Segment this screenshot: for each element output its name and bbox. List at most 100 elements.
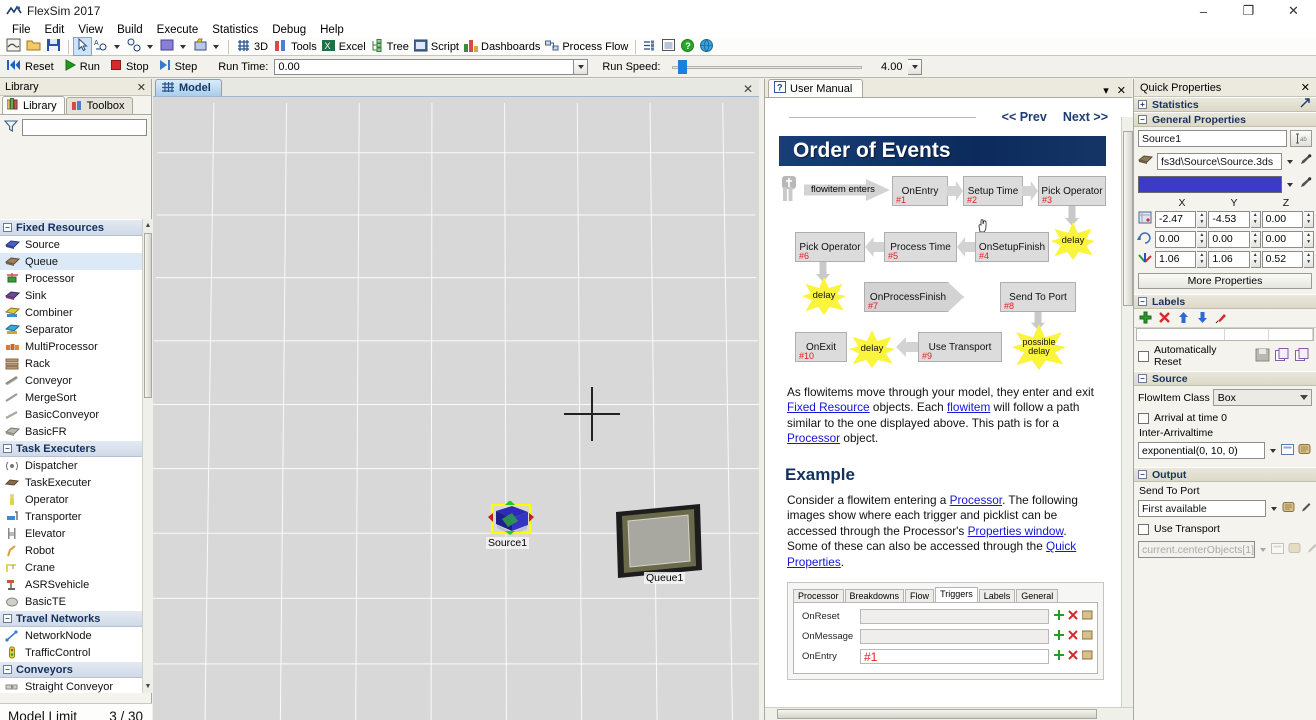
tree-button[interactable]: Tree: [369, 38, 411, 55]
next-page-link[interactable]: Next >>: [1063, 110, 1108, 124]
collapse-icon[interactable]: –: [3, 223, 12, 232]
library-item-basicconveyor[interactable]: BasicConveyor: [0, 406, 152, 423]
library-filter-input[interactable]: [22, 118, 147, 136]
size-z-input[interactable]: 0.52: [1261, 250, 1304, 268]
eyedropper-icon[interactable]: [1299, 501, 1312, 517]
slider-thumb[interactable]: [678, 59, 688, 74]
view-tool-button[interactable]: [191, 38, 223, 55]
stop-button[interactable]: Stop: [107, 57, 156, 77]
web-button[interactable]: [698, 38, 716, 55]
library-item-dispatcher[interactable]: Dispatcher: [0, 457, 152, 474]
tab-library[interactable]: Library: [2, 96, 65, 114]
library-item-mergesort[interactable]: MergeSort: [0, 389, 152, 406]
remove-red-x-icon[interactable]: [1068, 630, 1078, 643]
close-button[interactable]: ✕: [1271, 0, 1316, 22]
paste-icon[interactable]: [1295, 347, 1310, 365]
script-button[interactable]: Script: [412, 38, 461, 55]
add-green-plus-icon[interactable]: [1054, 610, 1064, 623]
chevron-down-icon[interactable]: [1270, 448, 1276, 453]
position-x-input[interactable]: -2.47: [1155, 210, 1197, 228]
chevron-down-icon[interactable]: [147, 44, 153, 49]
move-down-arrow-icon[interactable]: [1196, 311, 1209, 326]
run-speed-slider[interactable]: [672, 59, 863, 74]
collapse-icon[interactable]: –: [3, 444, 12, 453]
eyedropper-icon[interactable]: [1298, 153, 1312, 170]
library-item-elevator[interactable]: Elevator: [0, 525, 152, 542]
rotation-x-stepper[interactable]: ▲ ▼: [1197, 230, 1208, 248]
color-tool-button[interactable]: [158, 38, 190, 55]
view-3d-button[interactable]: 3D: [234, 38, 270, 55]
tab-user-manual[interactable]: ? User Manual: [768, 79, 864, 97]
run-time-input[interactable]: 0.00: [274, 58, 575, 75]
object-name-input[interactable]: Source1: [1138, 130, 1287, 147]
prop-tab-flow[interactable]: Flow: [905, 589, 935, 603]
library-item-basicfr[interactable]: BasicFR: [0, 423, 152, 440]
position-z-stepper[interactable]: ▲ ▼: [1304, 210, 1314, 228]
save-disk-icon[interactable]: [1255, 348, 1270, 365]
position-y-input[interactable]: -4.53: [1208, 210, 1250, 228]
model-object-queue1[interactable]: Queue1: [614, 500, 704, 584]
menu-build[interactable]: Build: [110, 23, 150, 37]
library-group-conveyors[interactable]: – Conveyors: [0, 661, 152, 678]
row-input[interactable]: [860, 629, 1049, 645]
model-object-source1[interactable]: Source1: [486, 500, 534, 549]
rotation-x-input[interactable]: 0.00: [1155, 230, 1197, 248]
library-item-trafficcontrol[interactable]: TrafficControl: [0, 644, 152, 661]
chevron-down-icon[interactable]: [114, 44, 120, 49]
link-processor[interactable]: Processor: [787, 431, 840, 445]
manual-horizontal-scrollbar[interactable]: [765, 707, 1133, 720]
remove-red-x-icon[interactable]: [1158, 311, 1171, 326]
text-cursor-icon[interactable]: ab: [1290, 130, 1312, 147]
shape-path-input[interactable]: fs3d\Source\Source.3ds: [1157, 153, 1282, 170]
inter-arrivaltime-input[interactable]: exponential(0, 10, 0): [1138, 442, 1265, 459]
model-tab-close-icon[interactable]: ✕: [743, 82, 753, 96]
tools-button[interactable]: Tools: [271, 38, 319, 55]
section-statistics[interactable]: + Statistics: [1134, 97, 1316, 112]
script-scroll-icon[interactable]: [1298, 443, 1312, 459]
prop-tab-processor[interactable]: Processor: [793, 589, 844, 603]
section-labels[interactable]: – Labels: [1134, 294, 1316, 309]
arrival-at-time-checkbox[interactable]: [1138, 412, 1149, 424]
library-item-source[interactable]: Source: [0, 236, 152, 253]
run-button[interactable]: Run: [61, 57, 107, 77]
library-item-rack[interactable]: Rack: [0, 355, 152, 372]
library-item-list[interactable]: – Fixed Resources Source Queue Processor…: [0, 219, 152, 693]
scrollbar-thumb[interactable]: [777, 709, 1097, 719]
collapse-icon[interactable]: –: [1138, 115, 1147, 124]
library-item-straight-conveyor[interactable]: Straight Conveyor: [0, 678, 152, 693]
rotation-z-stepper[interactable]: ▲ ▼: [1304, 230, 1314, 248]
link-flowitem[interactable]: flowitem: [947, 400, 990, 414]
menu-debug[interactable]: Debug: [265, 23, 313, 37]
prop-tab-triggers[interactable]: Triggers: [935, 587, 978, 603]
menu-execute[interactable]: Execute: [150, 23, 206, 37]
excel-button[interactable]: X Excel: [320, 38, 368, 55]
menu-statistics[interactable]: Statistics: [205, 23, 265, 37]
size-x-stepper[interactable]: ▲ ▼: [1197, 250, 1208, 268]
close-icon[interactable]: ✕: [1117, 84, 1126, 97]
maximize-arrow-icon[interactable]: [1299, 97, 1311, 112]
step-button[interactable]: Step: [156, 57, 205, 77]
chevron-down-icon[interactable]: [180, 44, 186, 49]
section-output[interactable]: – Output: [1134, 467, 1316, 482]
library-scrollbar[interactable]: ▲ ▼: [142, 219, 152, 693]
add-green-plus-icon[interactable]: [1054, 630, 1064, 643]
process-flow-button[interactable]: Process Flow: [543, 38, 630, 55]
section-source[interactable]: – Source: [1134, 371, 1316, 386]
row-input[interactable]: [860, 609, 1049, 625]
experimenter-button[interactable]: [641, 38, 659, 55]
edit-script-icon[interactable]: [1081, 630, 1093, 643]
use-transport-checkbox[interactable]: [1138, 523, 1149, 535]
library-item-basicte[interactable]: BasicTE: [0, 593, 152, 610]
rotation-y-stepper[interactable]: ▲ ▼: [1250, 230, 1261, 248]
script-scroll-icon[interactable]: [1282, 501, 1296, 517]
close-icon[interactable]: ✕: [137, 81, 146, 94]
size-z-stepper[interactable]: ▲ ▼: [1304, 250, 1314, 268]
library-group-fixed-resources[interactable]: – Fixed Resources: [0, 219, 152, 236]
scroll-up-arrow-icon[interactable]: ▲: [143, 219, 152, 232]
expand-icon[interactable]: +: [1138, 100, 1147, 109]
run-speed-dropdown-button[interactable]: [908, 58, 923, 75]
chevron-down-icon[interactable]: [1271, 506, 1277, 511]
size-x-input[interactable]: 1.06: [1155, 250, 1197, 268]
library-item-taskexecuter[interactable]: TaskExecuter: [0, 474, 152, 491]
library-item-asrsvehicle[interactable]: ASRSvehicle: [0, 576, 152, 593]
